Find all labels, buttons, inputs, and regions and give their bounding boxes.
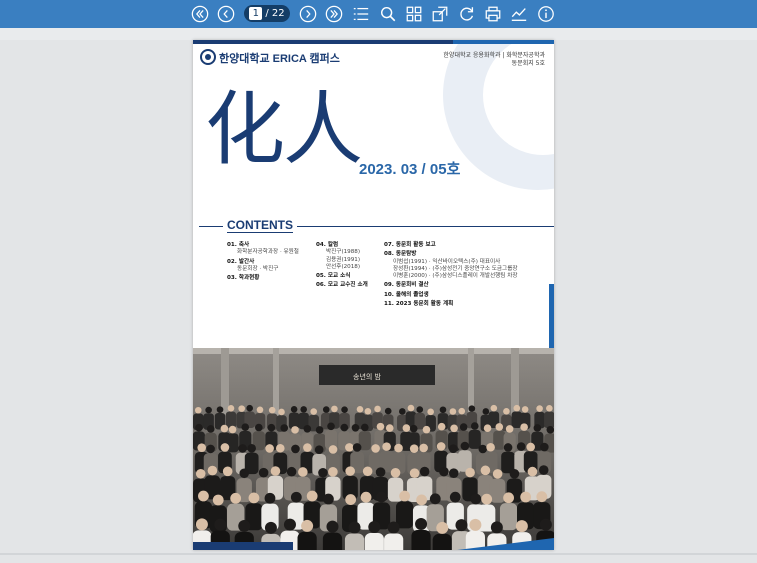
toc-subitem: 박진구(1988)	[326, 249, 361, 256]
toc-subitem: 화학분자공학과장 · 유원철	[237, 249, 299, 256]
viewer-subbar	[0, 28, 757, 40]
university-logo-icon	[200, 49, 216, 65]
toc-heading: 05. 모교 소식	[316, 273, 351, 280]
page-indicator: / 22	[244, 5, 290, 22]
divider	[199, 226, 223, 227]
toc-heading: 03. 학과현황	[227, 275, 260, 282]
toc-heading: 10. 올해의 졸업생	[384, 291, 429, 298]
toc-column-1: 01. 축사 화학분자공학과장 · 유원철 02. 발간사 동문회장 · 박진구 03.…	[227, 242, 322, 282]
info-icon[interactable]	[536, 4, 556, 24]
toc-heading: 11. 2023 동문회 활동 계획	[384, 301, 454, 308]
divider	[297, 226, 554, 227]
rotate-icon[interactable]	[457, 4, 477, 24]
bottom-accent-bar	[193, 542, 293, 550]
toc-heading: 06. 모교 교수진 소개	[316, 282, 368, 289]
toc-column-3: 07. 동문회 활동 보고 08. 동문탐방 이범섭(1991) · 익산바이오텍스…	[384, 242, 549, 308]
viewer-toolbar: / 22	[0, 0, 757, 28]
magazine-title: 化人	[205, 83, 363, 176]
issue-label: 동문회지 5호	[511, 60, 545, 67]
viewer-bottom-edge	[0, 553, 757, 555]
toc-subitem: 안선후(2018)	[326, 263, 361, 270]
expand-icon[interactable]	[430, 4, 450, 24]
document-page: 한양대학교 ERICA 캠퍼스 한양대학교 응용화학과 | 화학분자공학과 동문…	[193, 40, 554, 550]
search-icon[interactable]	[378, 4, 398, 24]
thumbnails-icon[interactable]	[404, 4, 424, 24]
statistics-icon[interactable]	[509, 4, 529, 24]
prev-page-icon[interactable]	[216, 4, 236, 24]
toc-subitem: 이범섭(1991) · 익산바이오텍스(주) 대표이사	[393, 258, 501, 265]
top-accent-bar	[193, 40, 453, 44]
toc-column-2: 04. 칼럼 박진구(1988) 김용권(1991) 안선후(2018) 05. 모교 …	[316, 242, 386, 290]
toc-subitem: 김용권(1991)	[326, 256, 361, 263]
university-name: 한양대학교 ERICA 캠퍼스	[219, 53, 340, 65]
toc-subitem: 동문회장 · 박진구	[237, 265, 279, 272]
first-page-icon[interactable]	[190, 4, 210, 24]
contents-heading: CONTENTS	[227, 218, 293, 233]
toc-heading: 09. 동문회비 결산	[384, 282, 429, 289]
next-page-icon[interactable]	[298, 4, 318, 24]
page-total: / 22	[265, 8, 285, 19]
department-info: 한양대학교 응용화학과 | 화학분자공학과 동문회지 5호	[443, 52, 545, 68]
toc-heading: 07. 동문회 활동 보고	[384, 242, 436, 248]
photo-banner-text: 송년의 밤	[353, 372, 382, 381]
print-icon[interactable]	[483, 4, 503, 24]
toc-heading: 02. 발간사	[227, 258, 255, 265]
top-accent-bar-right	[453, 40, 554, 44]
page-number-input[interactable]	[249, 7, 263, 20]
toc-subitem: 이병훈(2000) · (주)삼성디스플레이 개발선행팀 차장	[393, 273, 518, 280]
department-line: 한양대학교 응용화학과 | 화학분자공학과	[443, 52, 545, 59]
toc-list-icon[interactable]	[351, 4, 371, 24]
group-photo: 송년의 밤	[193, 348, 554, 550]
last-page-icon[interactable]	[324, 4, 344, 24]
issue-number: 2023. 03 / 05호	[359, 161, 461, 178]
toc-heading: 08. 동문탐방	[384, 251, 417, 258]
side-accent-bar	[549, 284, 554, 348]
